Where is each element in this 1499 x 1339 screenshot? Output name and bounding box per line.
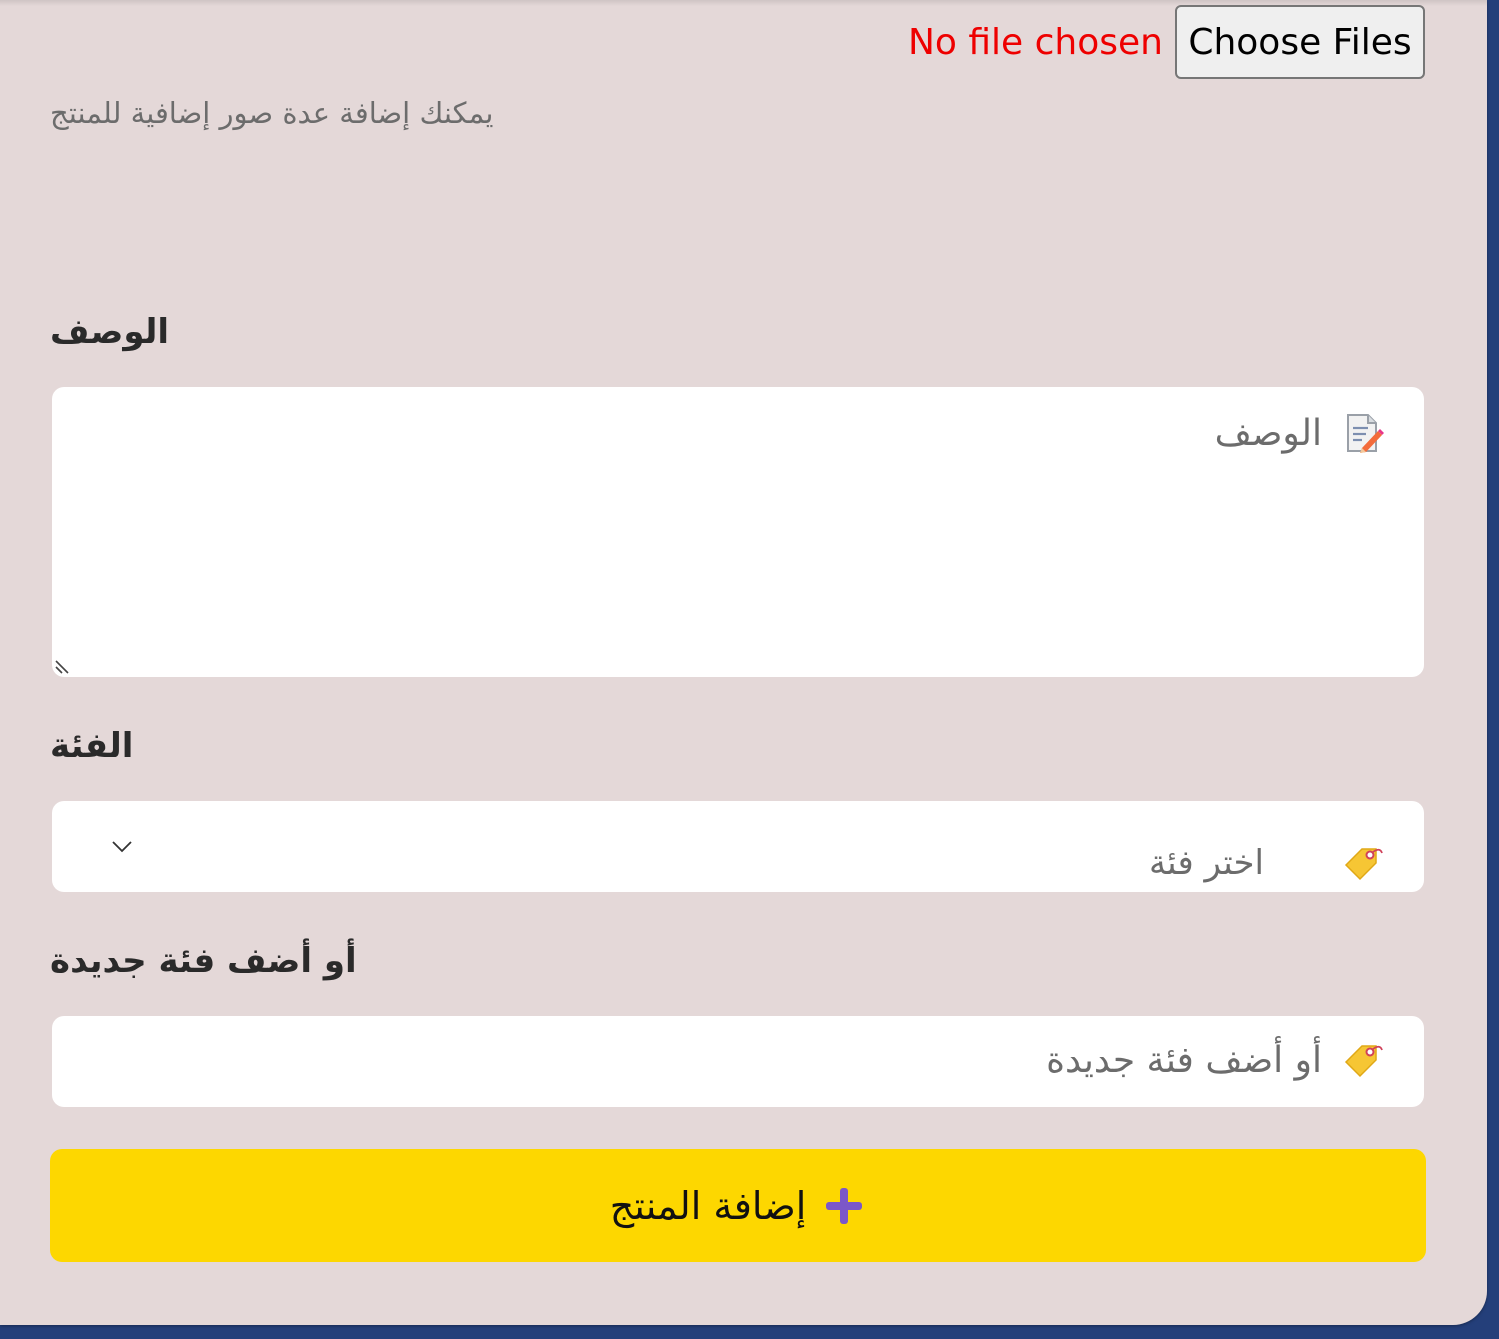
- resize-grip-icon[interactable]: [54, 657, 72, 675]
- file-status-text: No file chosen: [907, 21, 1163, 63]
- chevron-down-icon[interactable]: [110, 835, 134, 859]
- description-label: الوصف: [50, 312, 170, 352]
- new-category-input[interactable]: أو أضف فئة جديدة: [52, 1016, 1424, 1107]
- extra-images-hint: يمكنك إضافة عدة صور إضافية للمنتج: [50, 96, 494, 130]
- choose-files-button[interactable]: Choose Files: [1175, 5, 1425, 79]
- description-textarea[interactable]: الوصف: [52, 387, 1424, 677]
- file-input[interactable]: No file chosen Choose Files: [908, 5, 1425, 79]
- description-placeholder: الوصف: [1214, 412, 1322, 454]
- plus-icon: [826, 1187, 863, 1224]
- add-product-button[interactable]: إضافة المنتج: [50, 1149, 1426, 1262]
- add-product-label: إضافة المنتج: [609, 1183, 807, 1228]
- label-tag-icon: [1344, 848, 1383, 881]
- category-label: الفئة: [50, 726, 134, 766]
- category-select[interactable]: اختر فئة: [52, 801, 1424, 892]
- form-panel: No file chosen Choose Files يمكنك إضافة …: [0, 0, 1487, 1325]
- new-category-placeholder: أو أضف فئة جديدة: [1046, 1039, 1322, 1081]
- memo-pencil-icon: [1347, 414, 1384, 453]
- label-tag-icon: [1344, 1045, 1383, 1078]
- new-category-label: أو أضف فئة جديدة: [50, 941, 357, 981]
- category-selected-value: اختر فئة: [1148, 843, 1264, 883]
